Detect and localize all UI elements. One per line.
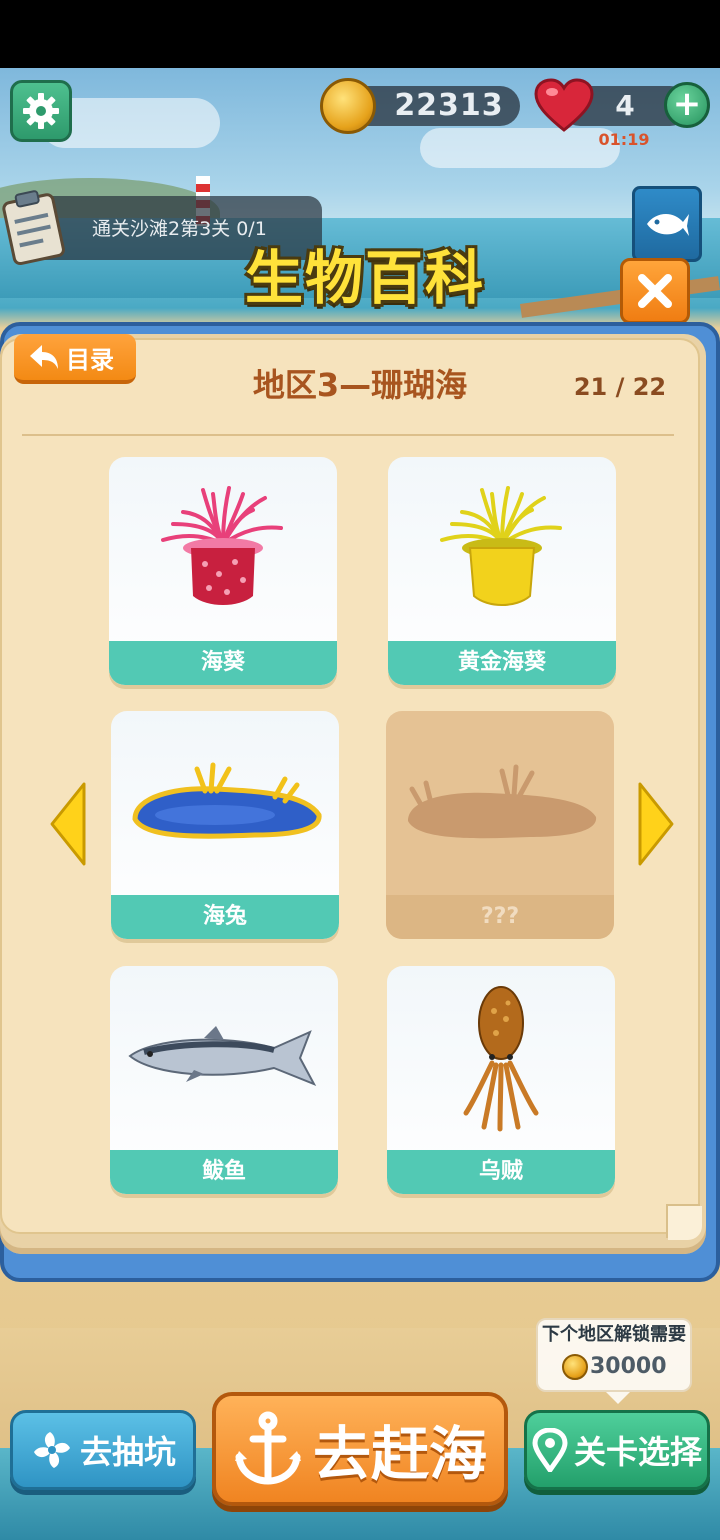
encyclopedia-button[interactable]	[632, 186, 702, 262]
mackerel-icon	[128, 1026, 317, 1086]
page-title: 生物百科	[244, 244, 485, 312]
gear-icon	[23, 93, 59, 129]
creature-card-locked[interactable]: ???	[386, 711, 614, 939]
coin-icon	[562, 1354, 588, 1380]
creature-name: 乌贼	[387, 1150, 615, 1194]
page-indicator: 21 / 22	[573, 373, 667, 401]
clipboard-icon	[2, 190, 65, 266]
creature-card[interactable]: 海葵	[109, 457, 337, 685]
creature-card[interactable]: 黄金海葵	[388, 457, 616, 685]
creature-name: 鲅鱼	[110, 1150, 338, 1194]
cuttlefish-icon	[463, 986, 539, 1132]
sea-slug-icon	[132, 762, 322, 839]
back-to-contents-button[interactable]: 目录	[14, 334, 136, 384]
page-curl	[668, 1206, 702, 1240]
creature-name: 海兔	[111, 895, 339, 939]
coin-amount: 22313	[394, 88, 504, 123]
locked-silhouette-icon	[408, 764, 597, 839]
creature-name: 海葵	[109, 641, 337, 685]
creature-card[interactable]: 海兔	[111, 711, 339, 939]
unlock-cost: 30000	[590, 1354, 667, 1379]
creature-name: ???	[386, 895, 614, 939]
add-life-button[interactable]: +	[664, 82, 710, 128]
go-to-sea-label: 去赶海	[312, 1420, 487, 1488]
next-page-arrow-icon[interactable]	[636, 780, 676, 868]
anchor-icon	[234, 1411, 301, 1485]
prev-page-arrow-icon[interactable]	[48, 780, 88, 868]
go-to-sea-button[interactable]: 去赶海	[212, 1392, 508, 1506]
status-bar	[0, 0, 720, 68]
close-icon	[638, 274, 672, 308]
level-select-button[interactable]: 关卡选择	[524, 1410, 710, 1490]
coin-icon	[320, 78, 376, 134]
back-arrow-icon	[30, 345, 58, 369]
fan-icon	[33, 1432, 70, 1468]
region-title: 地区3—珊瑚海	[252, 366, 468, 404]
unlock-label: 下个地区解锁需要	[542, 1324, 686, 1345]
heart-icon	[534, 78, 594, 132]
header-divider	[22, 434, 674, 436]
back-label: 目录	[66, 345, 114, 374]
gacha-label: 去抽坑	[79, 1433, 176, 1471]
level-select-label: 关卡选择	[573, 1433, 702, 1471]
map-pin-icon	[532, 1428, 568, 1472]
settings-button[interactable]	[10, 80, 72, 142]
fish-icon	[647, 213, 689, 236]
life-timer: 01:19	[598, 130, 650, 149]
creature-card[interactable]: 乌贼	[387, 966, 615, 1194]
creature-name: 黄金海葵	[388, 641, 616, 685]
sea-anemone-icon	[161, 486, 283, 605]
gacha-button[interactable]: 去抽坑	[10, 1410, 196, 1490]
creature-card[interactable]: 鲅鱼	[110, 966, 338, 1194]
close-button[interactable]	[620, 258, 690, 324]
golden-anemone-icon	[440, 486, 562, 606]
life-amount: 4	[615, 89, 635, 122]
